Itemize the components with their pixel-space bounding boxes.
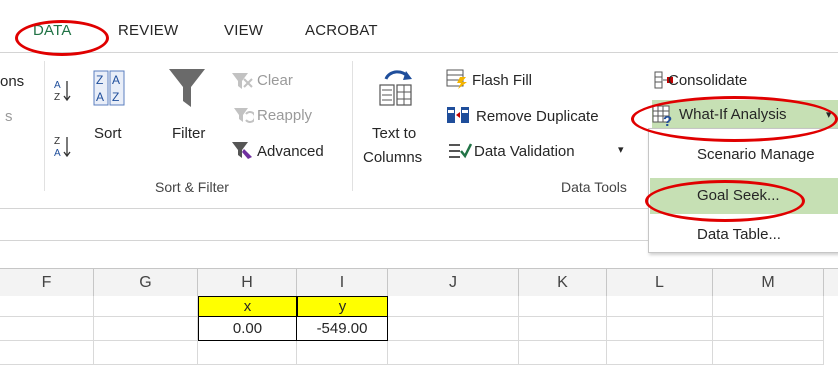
cell[interactable] bbox=[713, 317, 824, 341]
clear-icon bbox=[230, 71, 254, 91]
sort-button[interactable]: Sort bbox=[94, 125, 122, 142]
reapply-icon bbox=[232, 105, 254, 125]
cell[interactable] bbox=[388, 341, 519, 365]
sort-filter-group-label: Sort & Filter bbox=[155, 179, 229, 195]
column-header-i[interactable]: I bbox=[297, 269, 388, 296]
cell[interactable] bbox=[607, 296, 713, 317]
menu-item-goal-seek[interactable]: Goal Seek... bbox=[650, 178, 838, 214]
svg-text:A: A bbox=[96, 90, 104, 104]
advanced-button[interactable]: Advanced bbox=[257, 143, 324, 160]
svg-text:A: A bbox=[112, 73, 120, 87]
column-header-f[interactable]: F bbox=[0, 269, 94, 296]
cell[interactable] bbox=[297, 341, 388, 365]
advanced-filter-icon bbox=[230, 139, 254, 161]
svg-text:Z: Z bbox=[112, 90, 119, 104]
flash-fill-icon bbox=[446, 69, 468, 89]
column-header-g[interactable]: G bbox=[94, 269, 198, 296]
cell[interactable] bbox=[713, 296, 824, 317]
cell[interactable] bbox=[388, 296, 519, 317]
worksheet-grid: x y 0.00 -549.00 bbox=[0, 296, 838, 377]
svg-text:Z: Z bbox=[54, 136, 60, 147]
clear-button[interactable]: Clear bbox=[257, 72, 293, 89]
column-header-row: F G H I J K L M bbox=[0, 268, 838, 297]
cell-i-y-value[interactable]: -549.00 bbox=[297, 317, 388, 341]
flash-fill-button[interactable]: Flash Fill bbox=[472, 72, 532, 89]
cell-h-x-value[interactable]: 0.00 bbox=[198, 317, 297, 341]
cell[interactable] bbox=[607, 341, 713, 365]
what-if-icon: ? bbox=[652, 105, 676, 127]
text-to-columns-label-2[interactable]: Columns bbox=[363, 149, 422, 166]
cell[interactable] bbox=[0, 317, 94, 341]
sort-z-to-a-button[interactable]: Z A bbox=[54, 133, 72, 159]
reapply-button[interactable]: Reapply bbox=[257, 107, 312, 124]
menu-item-data-table[interactable]: Data Table... bbox=[650, 217, 838, 253]
partial-group-label-2: s bbox=[5, 108, 13, 125]
svg-text:A: A bbox=[54, 80, 61, 91]
tab-acrobat[interactable]: ACROBAT bbox=[305, 22, 378, 39]
remove-duplicates-icon bbox=[446, 105, 470, 125]
separator bbox=[44, 61, 45, 191]
what-if-analysis-label[interactable]: What-If Analysis bbox=[679, 106, 787, 123]
column-header-j[interactable]: J bbox=[388, 269, 519, 296]
filter-button-icon-wrap[interactable] bbox=[167, 67, 207, 111]
menu-item-scenario-manager[interactable]: Scenario Manage bbox=[650, 137, 838, 173]
cell[interactable] bbox=[0, 341, 94, 365]
data-validation-dropdown-icon[interactable]: ▾ bbox=[618, 143, 624, 156]
cell[interactable] bbox=[519, 296, 607, 317]
what-if-analysis-menu: Scenario Manage Goal Seek... Data Table.… bbox=[648, 128, 838, 253]
separator bbox=[352, 61, 353, 191]
column-header-h[interactable]: H bbox=[198, 269, 297, 296]
cell[interactable] bbox=[0, 296, 94, 317]
cell[interactable] bbox=[519, 341, 607, 365]
filter-funnel-icon bbox=[169, 69, 205, 107]
ribbon-tab-bar: DATA REVIEW VIEW ACROBAT bbox=[0, 0, 838, 53]
svg-text:A: A bbox=[54, 148, 61, 159]
sort-button-icon-wrap[interactable]: Z A A Z bbox=[92, 69, 128, 109]
cell[interactable] bbox=[94, 317, 198, 341]
filter-button[interactable]: Filter bbox=[172, 125, 205, 142]
data-validation-button[interactable]: Data Validation bbox=[474, 143, 575, 160]
remove-duplicates-button[interactable]: Remove Duplicate bbox=[476, 108, 599, 125]
what-if-dropdown-icon[interactable]: ▾ bbox=[826, 108, 832, 121]
text-to-columns-icon bbox=[376, 65, 416, 109]
data-tools-group-label: Data Tools bbox=[561, 179, 627, 195]
sort-descending-icon: Z A bbox=[54, 136, 71, 159]
tab-data[interactable]: DATA bbox=[33, 22, 72, 39]
data-validation-icon bbox=[448, 141, 472, 161]
svg-text:Z: Z bbox=[96, 73, 103, 87]
tab-review[interactable]: REVIEW bbox=[118, 22, 178, 39]
cell[interactable] bbox=[198, 341, 297, 365]
column-header-m[interactable]: M bbox=[713, 269, 824, 296]
cell[interactable] bbox=[94, 341, 198, 365]
consolidate-button[interactable]: Consolidate bbox=[668, 72, 747, 89]
text-to-columns-label-1[interactable]: Text to bbox=[372, 125, 416, 142]
cell[interactable] bbox=[519, 317, 607, 341]
column-header-l[interactable]: L bbox=[607, 269, 713, 296]
cell[interactable] bbox=[388, 317, 519, 341]
cell[interactable] bbox=[607, 317, 713, 341]
cell-h-x-header[interactable]: x bbox=[198, 296, 297, 317]
column-header-k[interactable]: K bbox=[519, 269, 607, 296]
what-if-analysis-button[interactable]: ? What-If Analysis ▾ bbox=[652, 100, 838, 130]
cell[interactable] bbox=[713, 341, 824, 365]
tab-view[interactable]: VIEW bbox=[224, 22, 263, 39]
cell[interactable] bbox=[94, 296, 198, 317]
cell-i-y-header[interactable]: y bbox=[297, 296, 388, 317]
sort-ascending-icon: A Z bbox=[54, 80, 71, 103]
sort-a-to-z-button[interactable]: A Z bbox=[54, 77, 72, 103]
svg-text:?: ? bbox=[663, 113, 672, 127]
partial-group-label[interactable]: ons bbox=[0, 73, 24, 90]
svg-text:Z: Z bbox=[54, 92, 60, 103]
sort-dialog-icon: Z A A Z bbox=[93, 70, 125, 106]
